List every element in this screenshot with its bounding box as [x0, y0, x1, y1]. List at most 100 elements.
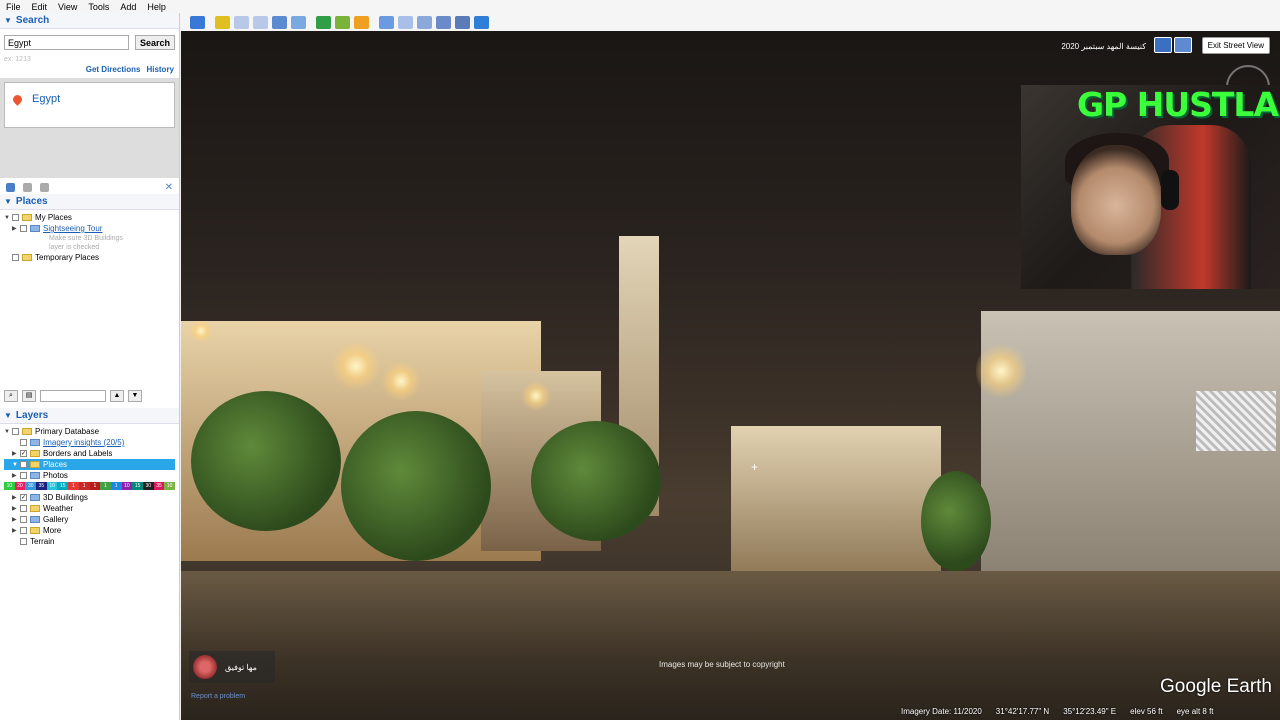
tree-item-borders[interactable]: ▶ ✓ Borders and Labels — [4, 448, 175, 459]
menu-bar: File Edit View Tools Add Help — [0, 0, 1280, 13]
tree-item-my-places[interactable]: ▼ My Places — [4, 212, 175, 223]
checkbox[interactable] — [20, 516, 27, 523]
maps-icon[interactable] — [455, 15, 470, 29]
tour-icon[interactable] — [291, 15, 306, 29]
checkbox[interactable] — [20, 538, 27, 545]
checkbox[interactable] — [20, 225, 27, 232]
close-icon[interactable]: ✕ — [165, 182, 173, 193]
search-button[interactable]: Search — [135, 35, 176, 50]
checkbox[interactable] — [20, 527, 27, 534]
menu-tools[interactable]: Tools — [88, 2, 109, 12]
tree-item-photos[interactable]: ▶ Photos — [4, 470, 175, 481]
overlay-icon[interactable] — [272, 15, 287, 29]
menu-edit[interactable]: Edit — [32, 2, 48, 12]
eye-altitude: eye alt 8 ft — [1176, 707, 1214, 716]
window-lattice — [1196, 391, 1276, 451]
expand-icon[interactable]: ▶ — [12, 527, 20, 534]
exit-street-view-button[interactable]: Exit Street View — [1201, 37, 1270, 54]
save-image-icon[interactable] — [436, 15, 451, 29]
legend-swatch: 35 — [36, 482, 47, 490]
expand-icon[interactable]: ▶ — [12, 450, 20, 457]
panel-icon[interactable]: ▤ — [22, 390, 36, 402]
copy-icon[interactable] — [23, 182, 32, 192]
tree-label[interactable]: Sightseeing Tour — [43, 224, 102, 233]
tree-item-primary-db[interactable]: ▼ Primary Database — [4, 426, 175, 437]
search-icon[interactable]: ⌕ — [4, 390, 18, 402]
globe-icon[interactable] — [474, 15, 489, 29]
menu-file[interactable]: File — [6, 2, 21, 12]
expand-icon[interactable]: ▼ — [4, 215, 12, 221]
tree-item-terrain[interactable]: Terrain — [4, 536, 175, 547]
planets-icon[interactable] — [354, 15, 369, 29]
polygon-icon[interactable] — [234, 15, 249, 29]
menu-add[interactable]: Add — [120, 2, 136, 12]
expand-icon[interactable]: ▶ — [12, 472, 20, 479]
tree-label[interactable]: Imagery insights (20/5) — [43, 438, 124, 447]
tree-label: Borders and Labels — [43, 449, 113, 458]
gallery-icon — [30, 516, 40, 523]
print-icon[interactable] — [40, 182, 49, 192]
tree-item-gallery[interactable]: ▶ Gallery — [4, 514, 175, 525]
checkbox[interactable] — [12, 214, 19, 221]
report-problem-link[interactable]: Report a problem — [191, 693, 245, 700]
expand-icon[interactable]: ▶ — [12, 494, 20, 501]
historical-imagery-icon[interactable] — [335, 15, 350, 29]
tree-item-3d-buildings[interactable]: ▶ ✓ 3D Buildings — [4, 492, 175, 503]
checkbox[interactable] — [20, 505, 27, 512]
placemark-icon[interactable] — [215, 15, 230, 29]
sidebar: ▼ Search Search ex: 1213 Get Directions … — [0, 13, 180, 720]
add-folder-icon[interactable] — [6, 182, 15, 192]
main-toolbar — [180, 13, 1280, 31]
places-panel-header[interactable]: ▼ Places — [0, 194, 179, 210]
search-result-item[interactable]: Egypt — [4, 82, 175, 128]
layers-panel-header[interactable]: ▼ Layers — [0, 408, 179, 424]
checkbox[interactable] — [12, 254, 19, 261]
checkbox[interactable] — [12, 428, 19, 435]
legend-swatch: 35 — [153, 482, 165, 490]
expand-icon[interactable]: ▼ — [4, 429, 12, 435]
street-view-canvas[interactable]: + كنيسة المهد سبتمبر 2020 Exit Street Vi… — [181, 31, 1280, 720]
pegman-icon[interactable] — [1154, 37, 1172, 53]
legend-swatch: 10 — [164, 482, 175, 490]
legend-swatch: 15 — [57, 482, 69, 490]
tree-item-places[interactable]: ▼ ✓ Places — [4, 459, 175, 470]
email-icon[interactable] — [398, 15, 413, 29]
legend-swatch: 30 — [25, 482, 37, 490]
get-directions-link[interactable]: Get Directions — [86, 65, 141, 74]
more-icon — [30, 527, 40, 534]
tree-subtext: layer is checked — [49, 244, 100, 251]
headset-icon — [1161, 170, 1179, 210]
layer-search-input[interactable] — [40, 390, 106, 402]
checkbox[interactable]: ✓ — [20, 494, 27, 501]
checkbox[interactable] — [20, 439, 27, 446]
checkbox[interactable] — [20, 472, 27, 479]
history-link[interactable]: History — [146, 65, 174, 74]
expand-icon[interactable]: ▶ — [12, 505, 20, 512]
checkbox[interactable]: ✓ — [20, 461, 27, 468]
tree-item-weather[interactable]: ▶ Weather — [4, 503, 175, 514]
author-card[interactable]: مها توفيق — [189, 651, 275, 683]
ground-view-icon[interactable] — [1174, 37, 1192, 53]
legend-swatch: 10 — [4, 482, 15, 490]
search-panel-header[interactable]: ▼ Search — [0, 13, 179, 29]
tree-item-temporary[interactable]: Temporary Places — [4, 252, 175, 263]
menu-help[interactable]: Help — [147, 2, 166, 12]
expand-icon[interactable]: ▼ — [12, 462, 20, 468]
ruler-icon[interactable] — [379, 15, 394, 29]
sunlight-icon[interactable] — [316, 15, 331, 29]
copyright-notice: Images may be subject to copyright — [659, 660, 785, 669]
sidebar-toggle-icon[interactable] — [190, 15, 205, 29]
tree-item-imagery[interactable]: Imagery insights (20/5) — [4, 437, 175, 448]
search-input[interactable] — [4, 35, 129, 50]
search-hint: ex: 1213 — [4, 56, 31, 63]
print-icon[interactable] — [417, 15, 432, 29]
tree-item-more[interactable]: ▶ More — [4, 525, 175, 536]
menu-view[interactable]: View — [58, 2, 77, 12]
up-arrow-icon[interactable]: ▲ — [110, 390, 124, 402]
tree-item-sightseeing[interactable]: ▶ Sightseeing Tour — [4, 223, 175, 234]
expand-icon[interactable]: ▶ — [12, 225, 20, 232]
path-icon[interactable] — [253, 15, 268, 29]
expand-icon[interactable]: ▶ — [12, 516, 20, 523]
down-arrow-icon[interactable]: ▼ — [128, 390, 142, 402]
checkbox[interactable]: ✓ — [20, 450, 27, 457]
